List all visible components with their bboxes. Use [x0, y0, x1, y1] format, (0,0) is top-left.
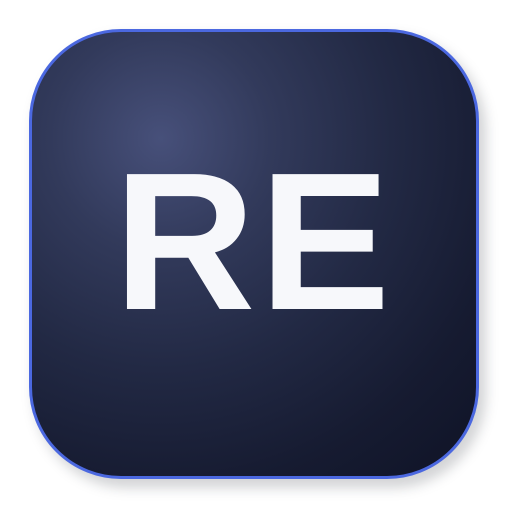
app-icon[interactable]: RE — [29, 29, 479, 479]
icon-canvas: RE — [0, 0, 512, 512]
icon-label: RE — [113, 132, 395, 351]
